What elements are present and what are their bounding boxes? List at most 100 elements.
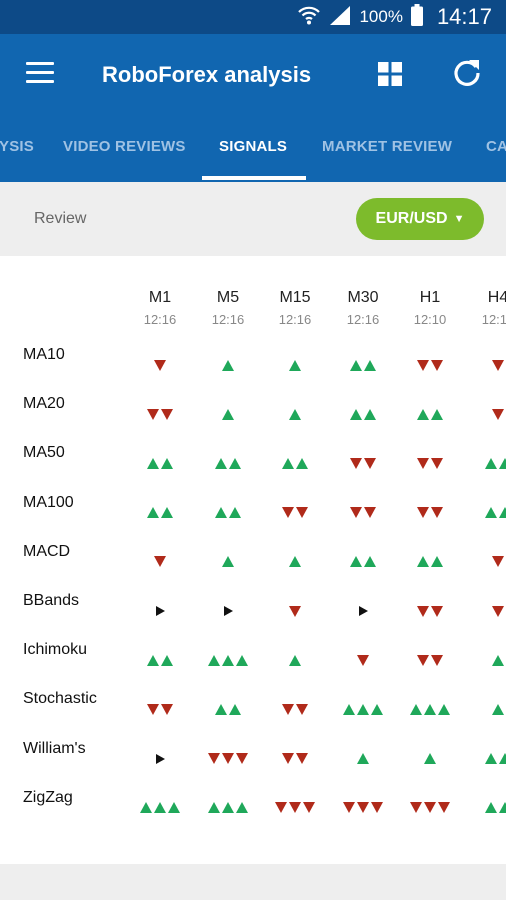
signal-cell xyxy=(260,652,330,668)
signal-cell xyxy=(193,603,263,619)
arrow-up-icon xyxy=(289,359,301,371)
timeframe-time: 12:10 xyxy=(413,312,447,327)
signal-cell xyxy=(463,800,506,816)
indicator-label: Ichimoku xyxy=(23,641,88,659)
arrow-up-icon xyxy=(147,457,159,469)
signal-cell xyxy=(395,406,465,422)
arrow-down-icon xyxy=(438,802,450,814)
signal-cell xyxy=(328,554,398,570)
arrow-up-icon xyxy=(289,654,301,666)
arrow-down-icon xyxy=(410,802,422,814)
arrow-down-icon xyxy=(350,457,362,469)
timeframe-time: 12:16 xyxy=(278,312,312,327)
arrow-down-icon xyxy=(424,802,436,814)
timeframe-header-m1: M1 xyxy=(148,289,172,306)
timeframe-header-m5: M5 xyxy=(216,289,240,306)
signal-cell xyxy=(395,701,465,717)
arrow-up-icon xyxy=(357,753,369,765)
signal-cell xyxy=(260,554,330,570)
arrow-up-icon xyxy=(364,359,376,371)
arrow-down-icon xyxy=(364,507,376,519)
arrow-right-icon xyxy=(223,606,233,616)
arrow-down-icon xyxy=(343,802,355,814)
arrow-up-icon xyxy=(222,408,234,420)
arrow-down-icon xyxy=(417,359,429,371)
arrow-down-icon xyxy=(431,457,443,469)
arrow-up-icon xyxy=(168,802,180,814)
arrow-down-icon xyxy=(357,654,369,666)
signal-cell xyxy=(125,357,195,373)
arrow-up-icon xyxy=(431,556,443,568)
timeframe-time: 12:16 xyxy=(211,312,245,327)
arrow-down-icon xyxy=(431,359,443,371)
arrow-up-icon xyxy=(140,802,152,814)
arrow-down-icon xyxy=(161,408,173,420)
signal-cell xyxy=(395,357,465,373)
arrow-up-icon xyxy=(154,802,166,814)
arrow-down-icon xyxy=(492,408,504,420)
arrow-up-icon xyxy=(229,507,241,519)
signal-cell xyxy=(395,603,465,619)
signal-cell xyxy=(125,554,195,570)
arrow-up-icon xyxy=(499,753,506,765)
signal-cell xyxy=(328,505,398,521)
signal-cell xyxy=(260,603,330,619)
arrow-down-icon xyxy=(296,507,308,519)
signal-cell xyxy=(193,800,263,816)
arrow-down-icon xyxy=(282,507,294,519)
arrow-up-icon xyxy=(350,408,362,420)
signal-cell xyxy=(328,406,398,422)
signal-cell xyxy=(328,357,398,373)
signal-cell xyxy=(463,751,506,767)
timeframe-time: 12:16 xyxy=(143,312,177,327)
arrow-up-icon xyxy=(236,802,248,814)
signal-cell xyxy=(125,603,195,619)
arrow-down-icon xyxy=(289,802,301,814)
arrow-up-icon xyxy=(424,703,436,715)
arrow-down-icon xyxy=(236,753,248,765)
signal-cell xyxy=(193,751,263,767)
arrow-up-icon xyxy=(364,408,376,420)
arrow-up-icon xyxy=(417,408,429,420)
arrow-up-icon xyxy=(161,457,173,469)
arrow-down-icon xyxy=(431,654,443,666)
arrow-up-icon xyxy=(282,457,294,469)
signal-cell xyxy=(463,357,506,373)
signal-cell xyxy=(193,701,263,717)
arrow-down-icon xyxy=(364,457,376,469)
signal-cell xyxy=(260,701,330,717)
signal-cell xyxy=(193,455,263,471)
arrow-up-icon xyxy=(222,802,234,814)
signal-cell xyxy=(395,554,465,570)
signal-cell xyxy=(125,751,195,767)
arrow-down-icon xyxy=(492,359,504,371)
signal-cell xyxy=(260,800,330,816)
arrow-down-icon xyxy=(289,605,301,617)
timeframe-time: 12:16 xyxy=(346,312,380,327)
arrow-up-icon xyxy=(371,703,383,715)
signal-cell xyxy=(125,505,195,521)
arrow-up-icon xyxy=(161,654,173,666)
signal-cell xyxy=(260,751,330,767)
arrow-up-icon xyxy=(492,654,504,666)
signal-cell xyxy=(260,505,330,521)
arrow-up-icon xyxy=(147,654,159,666)
arrow-down-icon xyxy=(282,753,294,765)
signal-cell xyxy=(328,652,398,668)
timeframe-header-h4: H4 xyxy=(487,289,506,306)
arrow-up-icon xyxy=(485,753,497,765)
timeframe-header-m15: M15 xyxy=(279,289,311,306)
signal-cell xyxy=(193,406,263,422)
signals-table: M1 12:16 M5 12:16 M15 12:16 M30 12:16 H1 12:10 H4 1… xyxy=(0,0,506,900)
arrow-up-icon xyxy=(296,457,308,469)
timeframe-header-h1: H1 xyxy=(419,289,441,306)
signal-cell xyxy=(395,455,465,471)
indicator-label: MA20 xyxy=(23,395,65,413)
signal-cell xyxy=(125,455,195,471)
arrow-down-icon xyxy=(296,703,308,715)
signal-cell xyxy=(328,751,398,767)
arrow-up-icon xyxy=(350,556,362,568)
signal-cell xyxy=(463,406,506,422)
arrow-up-icon xyxy=(208,802,220,814)
arrow-up-icon xyxy=(499,457,506,469)
